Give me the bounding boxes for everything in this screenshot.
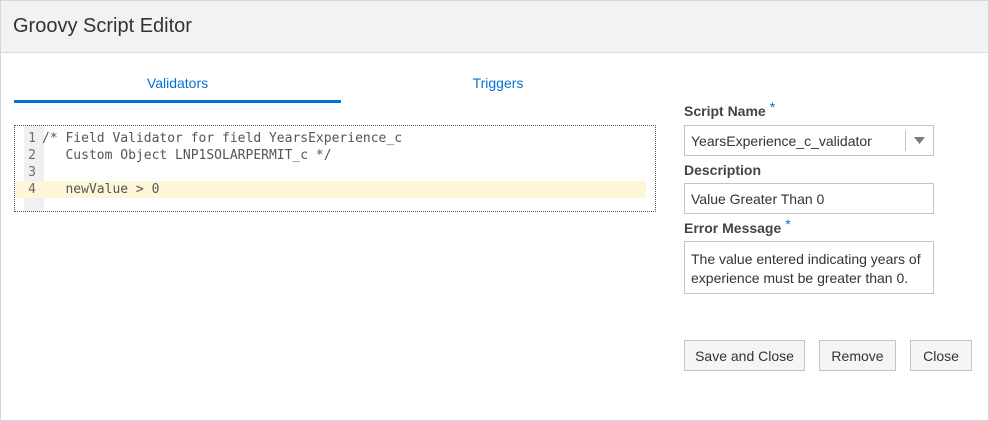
line-number: 1	[28, 131, 36, 146]
tab-validators[interactable]: Validators	[14, 61, 341, 104]
code-line-active[interactable]: 4 newValue > 0	[15, 181, 646, 198]
code-line[interactable]: 3	[15, 164, 646, 181]
tab-selected-indicator	[14, 100, 341, 103]
chevron-down-icon[interactable]	[905, 130, 933, 151]
description-input[interactable]: Value Greater Than 0	[684, 183, 934, 214]
dialog-title-bar: Groovy Script Editor	[1, 1, 988, 53]
line-number: 4	[28, 182, 36, 197]
code-line[interactable]: 2 Custom Object LNP1SOLARPERMIT_c */	[15, 147, 646, 164]
error-message-label: Error Message *	[684, 216, 791, 236]
tab-bar: Validators Triggers	[14, 61, 668, 104]
line-number: 2	[28, 148, 36, 163]
remove-button[interactable]: Remove	[819, 340, 896, 371]
required-marker: *	[785, 216, 791, 232]
error-message-value: The value entered indicating years of ex…	[691, 251, 921, 286]
line-number: 3	[28, 165, 36, 180]
description-value: Value Greater Than 0	[691, 190, 825, 207]
error-message-textarea[interactable]: The value entered indicating years of ex…	[684, 241, 934, 294]
close-button[interactable]: Close	[910, 340, 972, 371]
required-marker: *	[769, 99, 776, 115]
script-name-label: Script Name *	[684, 99, 775, 119]
code-text: /* Field Validator for field YearsExperi…	[42, 131, 403, 146]
code-editor[interactable]: 1 /* Field Validator for field YearsExpe…	[14, 125, 656, 212]
groovy-script-editor-dialog: Groovy Script Editor Validators Triggers…	[0, 0, 989, 421]
description-label: Description	[684, 162, 761, 178]
code-text: Custom Object LNP1SOLARPERMIT_c */	[42, 148, 332, 163]
code-text: newValue > 0	[42, 182, 160, 197]
script-name-select[interactable]: YearsExperience_c_validator	[684, 125, 934, 156]
description-label-text: Description	[684, 162, 762, 178]
script-name-value: YearsExperience_c_validator	[691, 132, 872, 149]
save-and-close-button[interactable]: Save and Close	[684, 340, 805, 371]
error-message-label-text: Error Message	[684, 220, 782, 236]
tab-triggers-label: Triggers	[472, 74, 524, 91]
dialog-title: Groovy Script Editor	[13, 15, 192, 37]
tab-validators-label: Validators	[146, 74, 209, 91]
tab-triggers[interactable]: Triggers	[341, 61, 655, 104]
code-line[interactable]: 1 /* Field Validator for field YearsExpe…	[15, 130, 646, 147]
script-name-label-text: Script Name	[684, 103, 766, 119]
